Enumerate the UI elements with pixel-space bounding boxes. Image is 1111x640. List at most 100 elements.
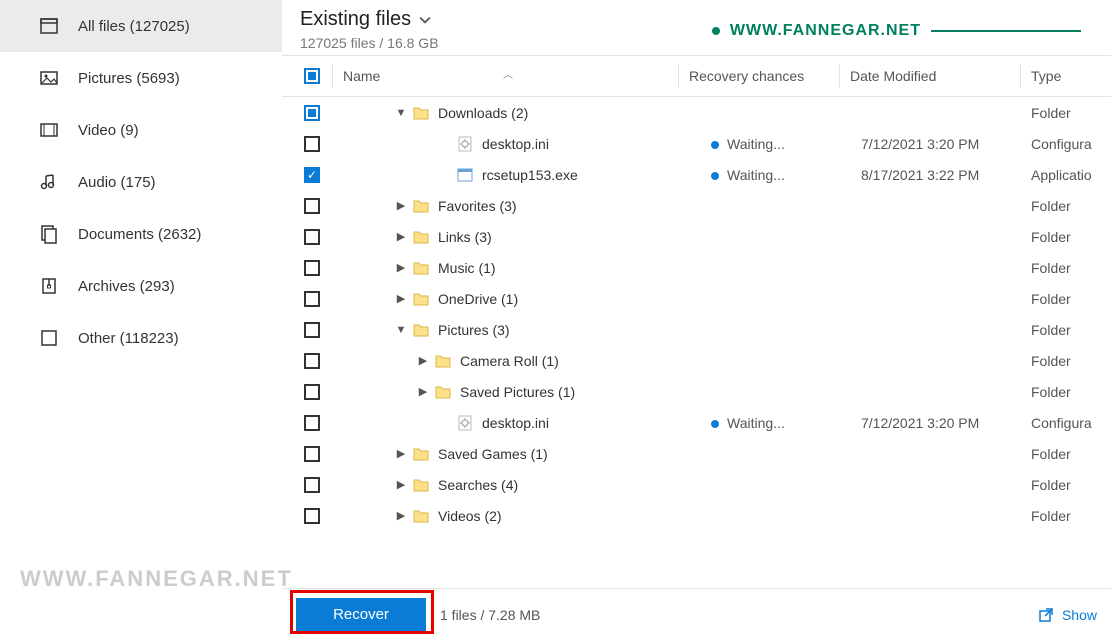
column-date[interactable]: Date Modified <box>850 68 1020 84</box>
recovery-text: Waiting... <box>727 136 785 152</box>
row-checkbox[interactable]: ✓ <box>304 167 320 183</box>
folder-icon <box>434 352 452 370</box>
sidebar-item-other[interactable]: Other (118223) <box>0 312 282 364</box>
file-name: Music (1) <box>438 260 496 276</box>
selection-info: 1 files / 7.28 MB <box>440 607 540 623</box>
file-name: desktop.ini <box>482 136 549 152</box>
row-checkbox[interactable] <box>304 136 320 152</box>
file-name: Saved Games (1) <box>438 446 548 462</box>
sidebar-item-label: All files (127025) <box>78 18 190 35</box>
date-text: 7/12/2021 3:20 PM <box>861 415 979 431</box>
type-text: Folder <box>1031 508 1071 524</box>
expander-down-icon[interactable]: ▼ <box>394 324 408 336</box>
show-link[interactable]: Show <box>1038 607 1097 623</box>
file-list: ▼Downloads (2)Folder desktop.ini Waiting..… <box>282 97 1111 588</box>
sidebar-item-documents[interactable]: Documents (2632) <box>0 208 282 260</box>
row-checkbox[interactable] <box>304 508 320 524</box>
all-files-icon <box>38 15 60 37</box>
row-checkbox[interactable] <box>304 477 320 493</box>
table-row[interactable]: ▶ Searches (4) Folder <box>282 469 1111 500</box>
column-name[interactable]: Name ︿ <box>343 68 678 84</box>
row-checkbox[interactable] <box>304 229 320 245</box>
expander-right-icon[interactable]: ▶ <box>416 354 430 367</box>
recovery-text: Waiting... <box>727 167 785 183</box>
expander-down-icon[interactable]: ▼ <box>394 107 408 119</box>
table-row[interactable]: ▶ Camera Roll (1) Folder <box>282 345 1111 376</box>
table-row[interactable]: ▶Music (1)Folder <box>282 252 1111 283</box>
row-checkbox[interactable] <box>304 260 320 276</box>
file-name: OneDrive (1) <box>438 291 518 307</box>
sidebar-item-pictures[interactable]: Pictures (5693) <box>0 52 282 104</box>
file-name: Videos (2) <box>438 508 502 524</box>
row-checkbox[interactable] <box>304 198 320 214</box>
folder-icon <box>434 383 452 401</box>
table-row[interactable]: ▶Saved Pictures (1)Folder <box>282 376 1111 407</box>
row-checkbox[interactable] <box>304 415 320 431</box>
table-row[interactable]: desktop.ini Waiting... 7/12/2021 3:20 PM Co… <box>282 407 1111 438</box>
column-recovery[interactable]: Recovery chances <box>689 68 839 84</box>
sidebar-item-all-files[interactable]: All files (127025) <box>0 0 282 52</box>
sort-caret-icon: ︿ <box>503 66 513 81</box>
folder-icon <box>412 445 430 463</box>
expander-right-icon[interactable]: ▶ <box>394 478 408 491</box>
folder-icon <box>412 476 430 494</box>
row-checkbox[interactable] <box>304 353 320 369</box>
sidebar-item-audio[interactable]: Audio (175) <box>0 156 282 208</box>
row-checkbox[interactable] <box>304 105 320 121</box>
table-row[interactable]: ✓rcsetup153.exeWaiting...8/17/2021 3:22 … <box>282 159 1111 190</box>
footer: Recover 1 files / 7.28 MB Show <box>282 588 1111 640</box>
expander-right-icon[interactable]: ▶ <box>394 292 408 305</box>
table-row[interactable]: ▶ Videos (2) Folder <box>282 500 1111 531</box>
type-text: Applicatio <box>1031 167 1092 183</box>
sidebar-item-video[interactable]: Video (9) <box>0 104 282 156</box>
file-name: Searches (4) <box>438 477 518 493</box>
folder-icon <box>412 228 430 246</box>
row-checkbox[interactable] <box>304 322 320 338</box>
table-row[interactable]: desktop.iniWaiting...7/12/2021 3:20 PMCo… <box>282 128 1111 159</box>
file-name: Saved Pictures (1) <box>460 384 575 400</box>
table-row[interactable]: ▶Links (3)Folder <box>282 221 1111 252</box>
file-name: desktop.ini <box>482 415 549 431</box>
type-text: Folder <box>1031 353 1071 369</box>
external-icon <box>1038 607 1054 623</box>
folder-icon <box>412 321 430 339</box>
file-name: Camera Roll (1) <box>460 353 559 369</box>
row-checkbox[interactable] <box>304 291 320 307</box>
type-text: Folder <box>1031 198 1071 214</box>
ini-icon <box>456 135 474 153</box>
expander-right-icon[interactable]: ▶ <box>394 199 408 212</box>
recovery-text: Waiting... <box>727 415 785 431</box>
file-name: Links (3) <box>438 229 492 245</box>
recover-button[interactable]: Recover <box>296 598 426 632</box>
sidebar-item-label: Audio (175) <box>78 174 156 191</box>
expander-right-icon[interactable]: ▶ <box>394 447 408 460</box>
audio-icon <box>38 171 60 193</box>
table-row[interactable]: ▶ Favorites (3) Folder <box>282 190 1111 221</box>
table-row[interactable]: ▼Downloads (2)Folder <box>282 97 1111 128</box>
type-text: Folder <box>1031 477 1071 493</box>
file-name: Favorites (3) <box>438 198 517 214</box>
table-row[interactable]: ▶OneDrive (1)Folder <box>282 283 1111 314</box>
expander-right-icon[interactable]: ▶ <box>416 385 430 398</box>
exe-icon <box>456 166 474 184</box>
expander-right-icon[interactable]: ▶ <box>394 230 408 243</box>
sidebar-item-label: Video (9) <box>78 122 139 139</box>
date-text: 8/17/2021 3:22 PM <box>861 167 979 183</box>
type-text: Folder <box>1031 446 1071 462</box>
folder-icon <box>412 290 430 308</box>
expander-right-icon[interactable]: ▶ <box>394 509 408 522</box>
expander-right-icon[interactable]: ▶ <box>394 261 408 274</box>
type-text: Configura <box>1031 415 1092 431</box>
column-type[interactable]: Type <box>1031 68 1111 84</box>
page-title: Existing files <box>300 8 411 31</box>
table-row[interactable]: ▶ Saved Games (1) Folder <box>282 438 1111 469</box>
video-icon <box>38 119 60 141</box>
folder-icon <box>412 104 430 122</box>
sidebar-item-label: Archives (293) <box>78 278 175 295</box>
table-row[interactable]: ▼Pictures (3)Folder <box>282 314 1111 345</box>
row-checkbox[interactable] <box>304 384 320 400</box>
row-checkbox[interactable] <box>304 446 320 462</box>
main-panel: Existing files 127025 files / 16.8 GB Na… <box>282 0 1111 640</box>
select-all-checkbox[interactable] <box>304 68 320 84</box>
sidebar-item-archives[interactable]: Archives (293) <box>0 260 282 312</box>
